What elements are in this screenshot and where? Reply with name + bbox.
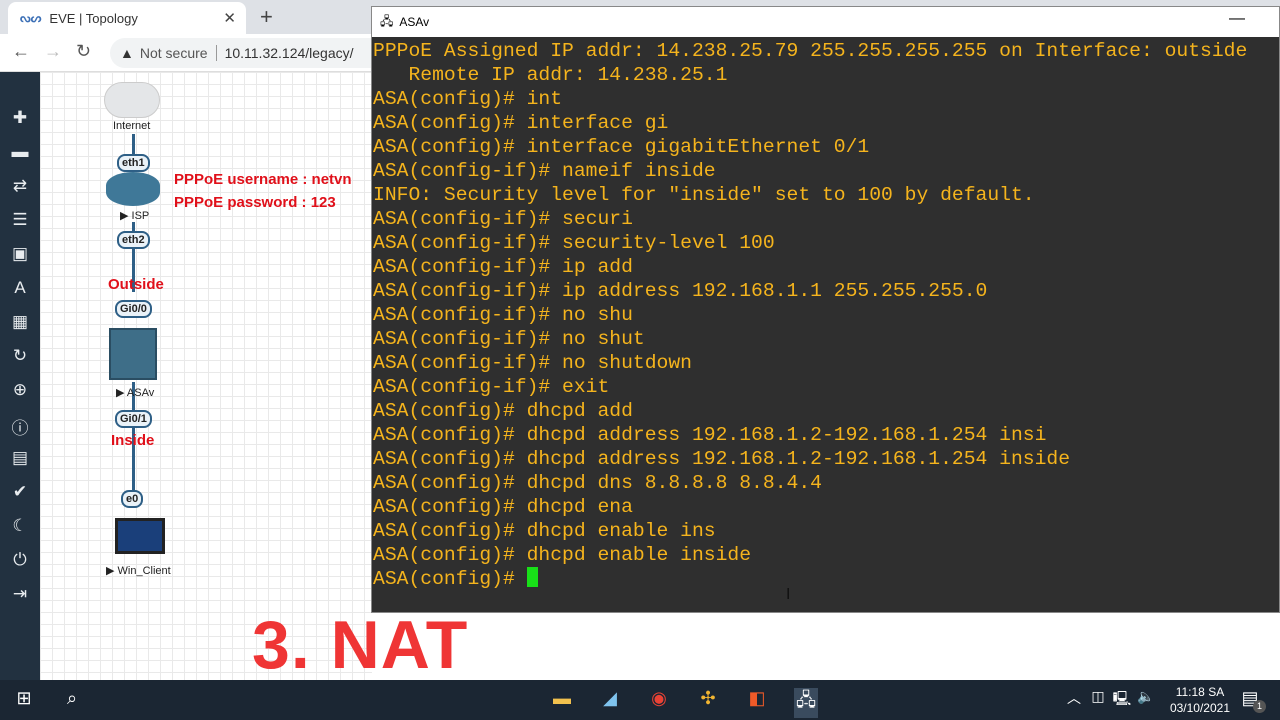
terminal-line: ASA(config)# dhcpd enable inside	[373, 544, 752, 566]
firewall-icon[interactable]	[109, 328, 157, 380]
terminal-line: ASA(config-if)# nameif inside	[373, 160, 716, 182]
clock[interactable]: 11:18 SA 03/10/2021	[1170, 684, 1230, 716]
port-gi0-1: Gi0/1	[115, 410, 152, 428]
node-label-isp: ▶ ISP	[120, 210, 150, 222]
terminal-line: ASA(config-if)# exit	[373, 376, 610, 398]
refresh-icon[interactable]: ↻	[0, 346, 40, 366]
taskbar: ⊞ ⌕ ▬ ◢ ◉ ✣ ◧ 🖧 ︿ ◫ 🖳 🔈 11:18 SA 03/10/2…	[0, 680, 1280, 720]
notification-icon[interactable]: ▤ 1	[1238, 688, 1266, 713]
grid-icon[interactable]: ▦	[0, 312, 40, 332]
start-icon[interactable]: ⊞	[12, 688, 36, 709]
router-icon[interactable]	[106, 172, 160, 206]
warning-icon: ▲	[120, 45, 134, 61]
security-status: Not secure	[140, 45, 217, 61]
url-text: 10.11.32.124/legacy/	[224, 45, 354, 61]
port-eth1: eth1	[117, 154, 150, 172]
terminal-line: ASA(config-if)# no shut	[373, 328, 645, 350]
terminal-cursor	[526, 567, 538, 587]
network-icon[interactable]: 🖳	[1110, 688, 1134, 712]
label-inside: Inside	[111, 432, 155, 449]
new-tab-button[interactable]: +	[260, 4, 273, 30]
terminal-line: ASA(config-if)# security-level 100	[373, 232, 775, 254]
image-icon[interactable]: ▣	[0, 244, 40, 264]
port-eth2: eth2	[117, 231, 150, 249]
swap-icon[interactable]: ⇄	[0, 176, 40, 196]
chevron-up-icon[interactable]: ︿	[1062, 688, 1086, 708]
topology-canvas[interactable]: Internet eth1 ▶ ISP eth2 Outside Gi0/0 ▶…	[40, 72, 372, 680]
zoom-icon[interactable]: ⊕	[0, 380, 40, 400]
text-icon[interactable]: A	[0, 278, 40, 298]
app-icon[interactable]: ✣	[696, 688, 720, 709]
terminal-title: ASAv	[399, 15, 430, 29]
terminal-line: ASA(config-if)# no shu	[373, 304, 633, 326]
text-cursor-icon: I	[786, 586, 791, 603]
power-icon[interactable]: ⏻	[0, 550, 40, 570]
moon-icon[interactable]: ☾	[0, 516, 40, 536]
terminal-line: ASA(config-if)# securi	[373, 208, 633, 230]
terminal-line: ASA(config)# dhcpd enable ins	[373, 520, 716, 542]
port-gi0-0: Gi0/0	[115, 300, 152, 318]
terminal-line: ASA(config)# int	[373, 88, 563, 110]
terminal-line: ASA(config)# interface gi	[373, 112, 669, 134]
volume-icon[interactable]: 🔈	[1134, 688, 1158, 705]
terminal-line: Remote IP addr: 14.238.25.1	[373, 64, 728, 86]
monitor-icon[interactable]	[115, 518, 165, 554]
terminal-line: ASA(config)# interface gigabitEthernet 0…	[373, 136, 870, 158]
reload-icon[interactable]: ↻	[76, 41, 91, 62]
terminal-line: ASA(config)# dhcpd address 192.168.1.2-1…	[373, 424, 1047, 446]
terminal-line: ASA(config-if)# ip add	[373, 256, 633, 278]
overlay-title: 3. NAT	[252, 607, 469, 683]
list-icon[interactable]: ☰	[0, 210, 40, 230]
storage-icon[interactable]: ▬	[0, 142, 40, 162]
terminal-output[interactable]: PPPoE Assigned IP addr: 14.238.25.79 255…	[372, 37, 1279, 591]
label-outside: Outside	[108, 276, 164, 293]
check-icon[interactable]: ✔	[0, 482, 40, 502]
notification-count: 1	[1253, 700, 1266, 713]
terminal-window[interactable]: 🖧 ASAv — PPPoE Assigned IP addr: 14.238.…	[371, 6, 1280, 613]
terminal-line: ASA(config)# dhcpd add	[373, 400, 633, 422]
back-icon[interactable]: ←	[12, 41, 30, 62]
add-icon[interactable]: ✚	[0, 108, 40, 128]
url-input[interactable]: ▲ Not secure 10.11.32.124/legacy/	[110, 38, 410, 68]
terminal-line: INFO: Security level for "inside" set to…	[373, 184, 1035, 206]
logout-icon[interactable]: ⇥	[0, 584, 40, 604]
terminal-titlebar: 🖧 ASAv —	[372, 7, 1279, 37]
pppoe-password: PPPoE password : 123	[174, 194, 336, 211]
node-label-win-client: ▶ Win_Client	[106, 565, 171, 577]
minimize-button[interactable]: —	[1229, 10, 1245, 28]
cloud-icon[interactable]	[104, 82, 160, 118]
camtasia-icon[interactable]: ◧	[745, 688, 769, 709]
search-icon[interactable]: ⌕	[60, 688, 84, 709]
document-icon[interactable]: ▤	[0, 448, 40, 468]
close-tab-icon[interactable]: ✕	[223, 9, 236, 27]
date: 03/10/2021	[1169, 701, 1230, 715]
eve-logo-icon: ᔓᔕ	[20, 11, 42, 25]
terminal-line: ASA(config)# dhcpd address 192.168.1.2-1…	[373, 448, 1071, 470]
terminal-line: ASA(config)# dhcpd dns 8.8.8.8 8.8.4.4	[373, 472, 822, 494]
terminal-line: ASA(config-if)# ip address 192.168.1.1 2…	[373, 280, 988, 302]
notes-icon[interactable]: ◢	[598, 688, 622, 709]
tab-eve-topology[interactable]: ᔓᔕ EVE | Topology ✕	[8, 2, 246, 34]
terminal-line: ASA(config-if)# no shutdown	[373, 352, 692, 374]
chrome-icon[interactable]: ◉	[647, 688, 671, 709]
port-e0: e0	[121, 490, 144, 508]
info-icon[interactable]: ⓘ	[0, 414, 40, 439]
putty-icon: 🖧	[380, 13, 394, 28]
terminal-line: ASA(config)# dhcpd ena	[373, 496, 633, 518]
tab-title: EVE | Topology	[49, 10, 138, 26]
file-explorer-icon[interactable]: ▬	[550, 688, 574, 709]
terminal-prompt-line: ASA(config)#	[373, 567, 1279, 591]
forward-icon[interactable]: →	[44, 41, 62, 62]
camera-icon[interactable]: ◫	[1086, 688, 1110, 705]
node-label-asav: ▶ ASAv	[116, 387, 155, 399]
terminal-line: PPPoE Assigned IP addr: 14.238.25.79 255…	[373, 40, 1248, 62]
node-label-internet: Internet	[113, 120, 151, 132]
pppoe-username: PPPoE username : netvn	[174, 171, 352, 188]
prompt: ASA(config)#	[373, 568, 527, 590]
eve-sidebar: ✚ ▬ ⇄ ☰ ▣ A ▦ ↻ ⊕ ⓘ ▤ ✔ ☾ ⏻ ⇥	[0, 72, 40, 680]
time: 11:18 SA	[1175, 685, 1225, 699]
putty-taskbar-icon[interactable]: 🖧	[794, 688, 818, 718]
